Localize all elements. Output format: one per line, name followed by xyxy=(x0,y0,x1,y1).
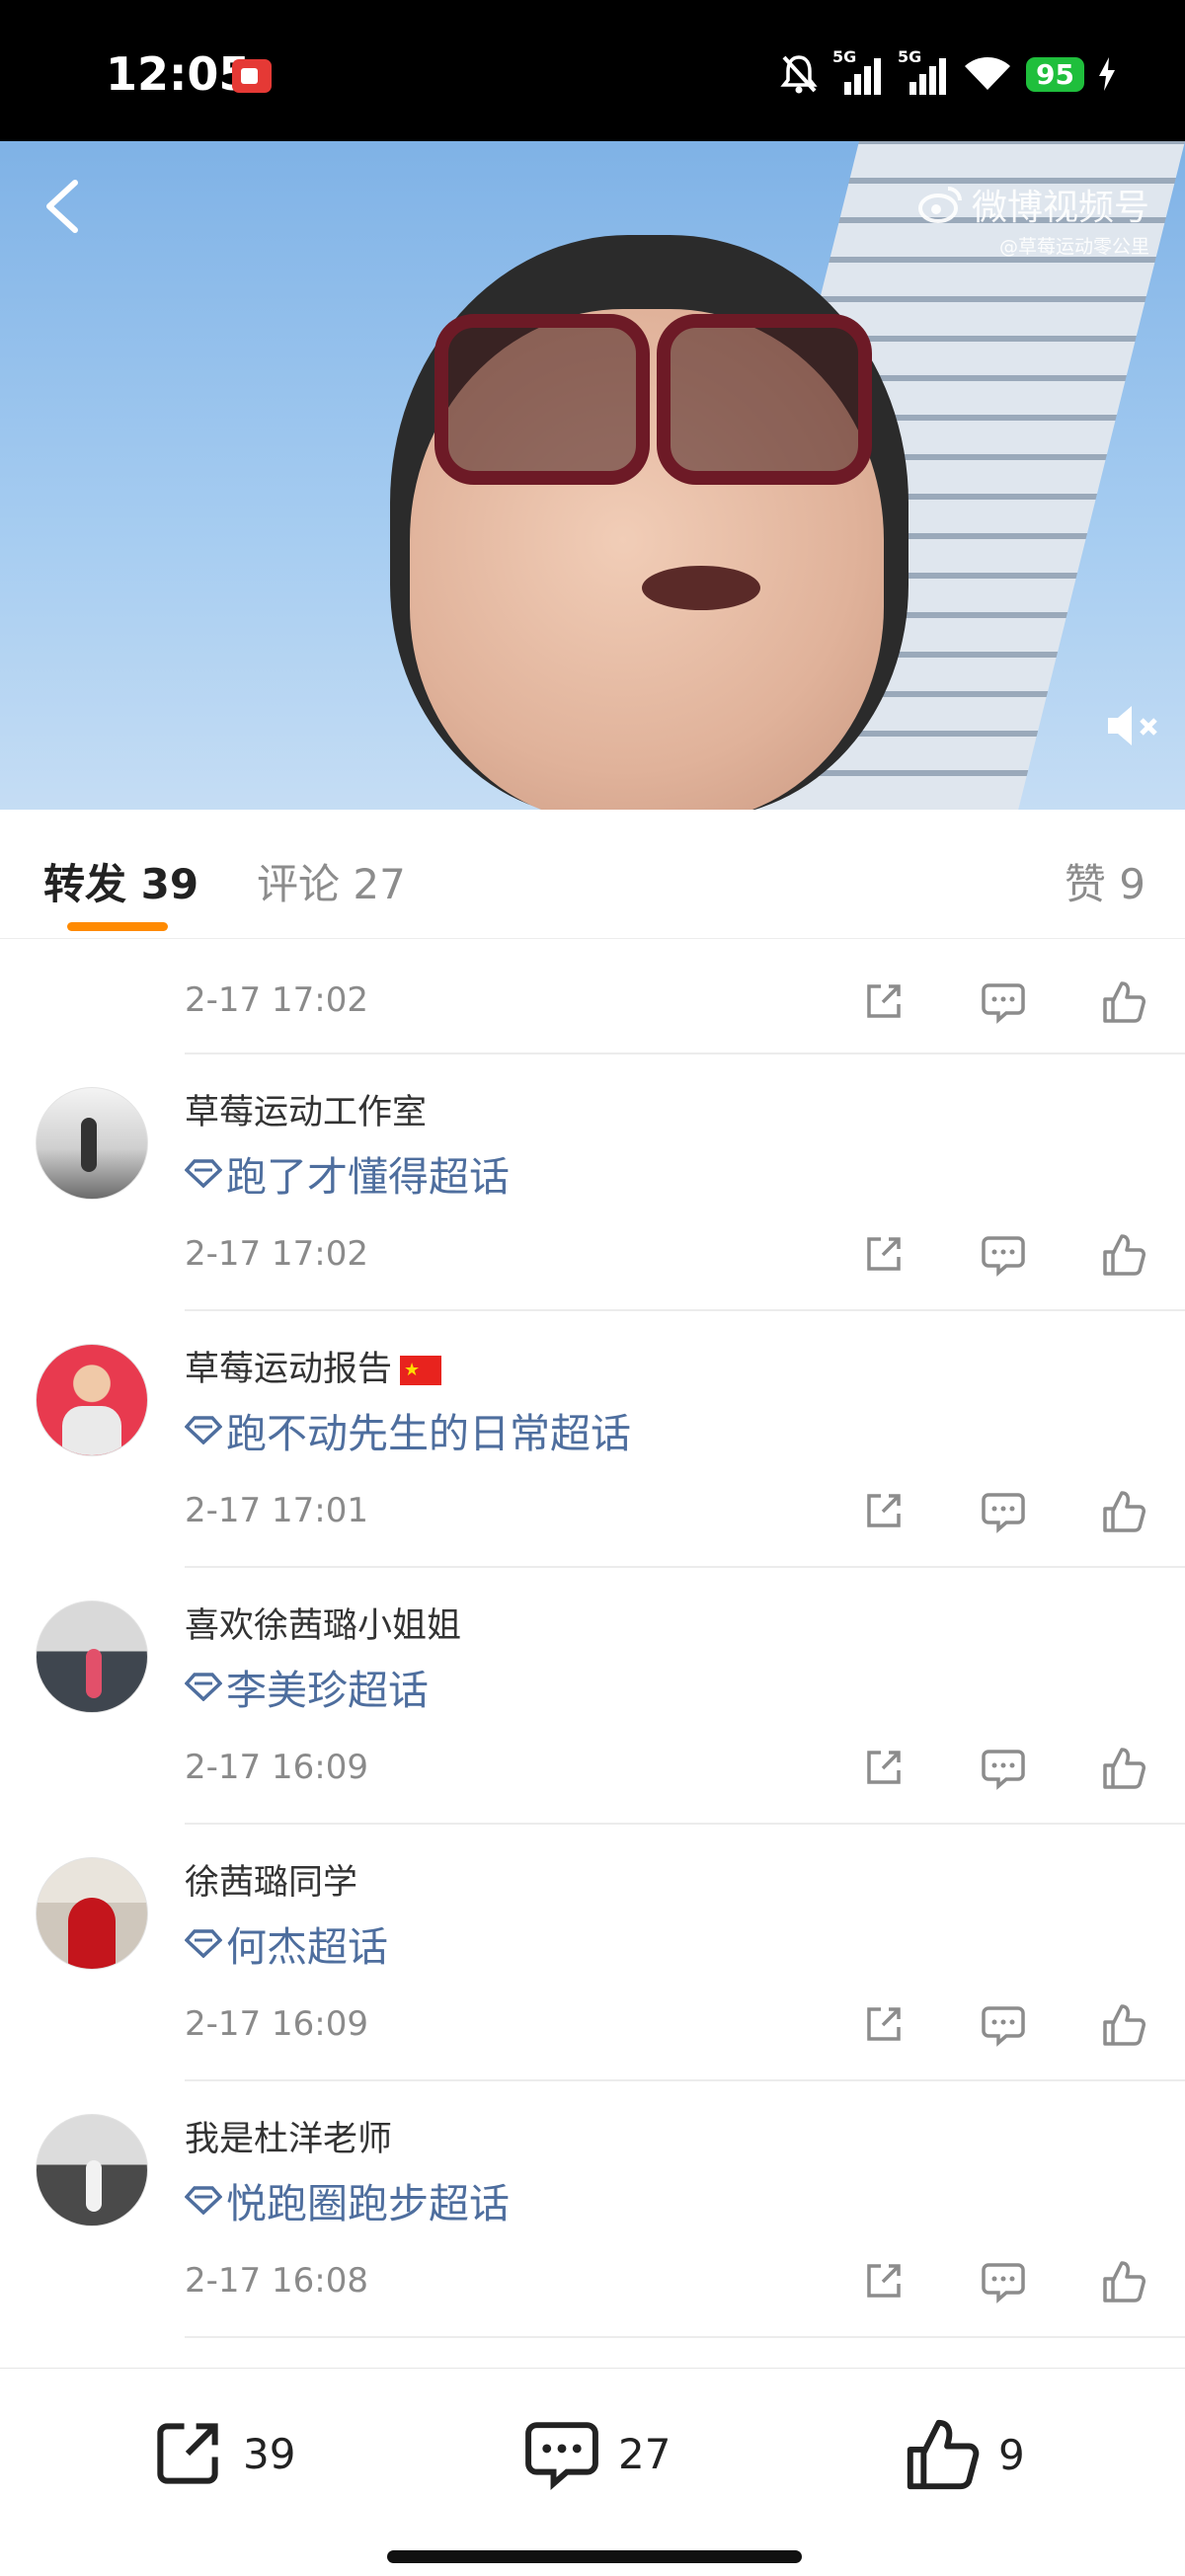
repost-time: 2-17 16:08 xyxy=(185,2261,368,2301)
weibo-logo-icon xyxy=(917,187,962,223)
repost-time: 2-17 16:09 xyxy=(185,1748,368,1787)
video-player[interactable]: 微博视频号 @草莓运动零公里 xyxy=(0,141,1185,810)
avatar[interactable] xyxy=(36,1857,148,1970)
like-icon[interactable] xyxy=(1096,1484,1151,1539)
repost-time: 2-17 16:09 xyxy=(185,2004,368,2044)
comment-button[interactable]: 27 xyxy=(523,2416,671,2491)
tab-like[interactable]: 赞 9 xyxy=(1065,851,1146,911)
repost-time: 2-17 17:02 xyxy=(185,980,368,1020)
like-button[interactable]: 9 xyxy=(904,2416,1025,2493)
repost-item[interactable]: 草莓运动工作室 跑了才懂得超话 2-17 17:02 xyxy=(0,1054,1185,1311)
tab-comment[interactable]: 评论 27 xyxy=(257,851,406,911)
china-flag-icon: ★ xyxy=(400,1356,442,1385)
watermark-handle: @草莓运动零公里 xyxy=(998,236,1149,258)
repost-time: 2-17 17:01 xyxy=(185,1491,368,1530)
status-icons: 5G 5G 95 xyxy=(779,47,1116,99)
record-icon xyxy=(232,59,272,93)
supertopic-icon xyxy=(185,1929,222,1958)
avatar[interactable] xyxy=(36,2114,148,2226)
share-icon[interactable] xyxy=(855,1997,910,2053)
comment-icon[interactable] xyxy=(976,1484,1031,1539)
repost-time: 2-17 17:02 xyxy=(185,1234,368,1274)
like-icon[interactable] xyxy=(1096,1227,1151,1283)
supertopic-icon xyxy=(185,1159,222,1188)
mute-notification-icon xyxy=(780,55,818,94)
wifi-icon xyxy=(965,57,1011,90)
repost-content[interactable]: 李美珍超话 xyxy=(185,1657,429,1716)
home-indicator[interactable] xyxy=(387,2550,802,2563)
charging-icon xyxy=(1099,57,1115,91)
repost-actions xyxy=(855,2254,1151,2309)
repost-actions xyxy=(855,1741,1151,1796)
repost-item[interactable]: 草莓运动报告 ★ 跑不动先生的日常超话 2-17 17:01 xyxy=(0,1310,1185,1568)
supertopic-icon xyxy=(185,1673,222,1701)
status-bar: 12:05 5G 5G 95 xyxy=(0,0,1185,141)
avatar[interactable] xyxy=(36,1087,148,1200)
comment-icon[interactable] xyxy=(976,1997,1031,2053)
share-icon[interactable] xyxy=(855,1227,910,1283)
like-icon xyxy=(907,2419,980,2490)
bottom-action-bar: 39 27 9 xyxy=(0,2368,1185,2576)
username[interactable]: 我是杜洋老师 xyxy=(185,2111,392,2161)
like-icon[interactable] xyxy=(1096,1997,1151,2053)
avatar[interactable] xyxy=(36,1344,148,1456)
signal-icon: 5G xyxy=(898,47,949,95)
video-watermark: 微博视频号 @草莓运动零公里 xyxy=(917,179,1149,259)
username[interactable]: 草莓运动工作室 xyxy=(185,1084,427,1134)
share-icon xyxy=(157,2423,218,2484)
video-sunglasses xyxy=(434,314,872,485)
repost-actions xyxy=(855,1227,1151,1283)
repost-actions xyxy=(855,975,1151,1030)
repost-content[interactable]: 悦跑圈跑步超话 xyxy=(185,2170,510,2229)
video-mouth xyxy=(642,566,760,610)
comment-icon[interactable] xyxy=(976,975,1031,1030)
repost-actions xyxy=(855,1997,1151,2053)
share-icon[interactable] xyxy=(855,975,910,1030)
active-tab-indicator xyxy=(67,922,168,931)
repost-item[interactable]: 我是杜洋老师 悦跑圈跑步超话 2-17 16:08 xyxy=(0,2080,1185,2338)
watermark-title: 微博视频号 xyxy=(971,188,1149,228)
back-icon[interactable] xyxy=(38,177,89,236)
username[interactable]: 喜欢徐茜璐小姐姐 xyxy=(185,1598,461,1648)
signal-icon: 5G xyxy=(832,47,884,95)
like-icon[interactable] xyxy=(1096,2254,1151,2309)
repost-button[interactable]: 39 xyxy=(150,2416,295,2491)
comment-icon[interactable] xyxy=(976,1741,1031,1796)
username[interactable]: 草莓运动报告 ★ xyxy=(185,1341,442,1391)
repost-actions xyxy=(855,1484,1151,1539)
interaction-tabs: 转发 39 评论 27 赞 9 xyxy=(0,810,1185,939)
status-time: 12:05 xyxy=(106,47,251,101)
comment-icon[interactable] xyxy=(976,2254,1031,2309)
repost-item[interactable]: 徐茜璐同学 何杰超话 2-17 16:09 xyxy=(0,1824,1185,2081)
repost-content[interactable]: 何杰超话 xyxy=(185,1913,388,1973)
share-icon[interactable] xyxy=(855,2254,910,2309)
comment-icon[interactable] xyxy=(976,1227,1031,1283)
repost-list[interactable]: 2-17 17:02 草莓运动工作室 跑了才懂得超话 2-17 17:02 草莓… xyxy=(0,939,1185,2359)
like-icon[interactable] xyxy=(1096,1741,1151,1796)
comment-icon xyxy=(525,2422,598,2491)
repost-content[interactable]: 跑不动先生的日常超话 xyxy=(185,1400,631,1459)
share-icon[interactable] xyxy=(855,1741,910,1796)
divider xyxy=(185,2336,1185,2338)
avatar[interactable] xyxy=(36,1600,148,1713)
supertopic-icon xyxy=(185,1416,222,1444)
share-icon[interactable] xyxy=(855,1484,910,1539)
username[interactable]: 徐茜璐同学 xyxy=(185,1854,357,1905)
repost-content[interactable]: 跑了才懂得超话 xyxy=(185,1143,510,1203)
tab-repost[interactable]: 转发 39 xyxy=(43,851,198,911)
like-icon[interactable] xyxy=(1096,975,1151,1030)
repost-item[interactable]: 喜欢徐茜璐小姐姐 李美珍超话 2-17 16:09 xyxy=(0,1567,1185,1825)
sound-off-icon[interactable] xyxy=(1100,694,1163,757)
battery-level: 95 xyxy=(1026,56,1084,92)
supertopic-icon xyxy=(185,2186,222,2215)
